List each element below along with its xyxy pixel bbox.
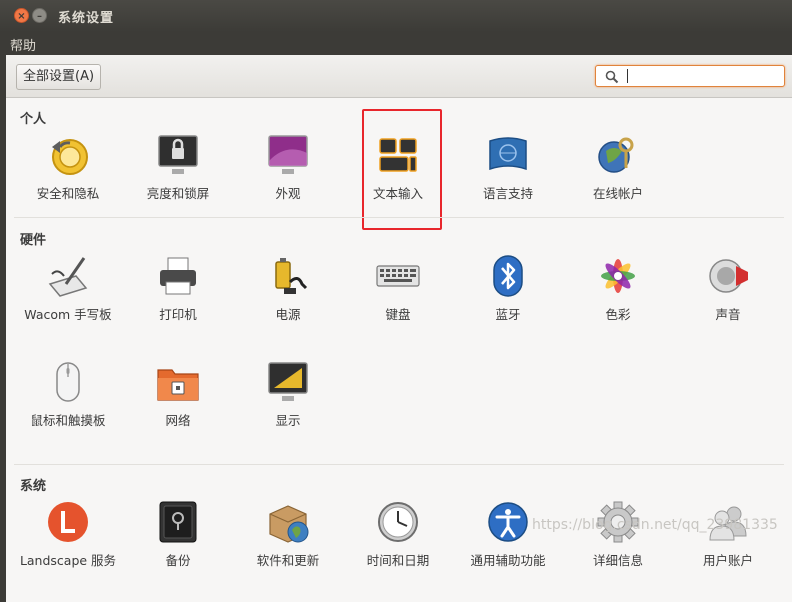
printer-icon xyxy=(156,254,200,298)
brightness-lock-icon xyxy=(156,133,200,177)
item-color[interactable]: 色彩 xyxy=(564,254,672,324)
backup-icon xyxy=(156,500,200,544)
section-title-hardware: 硬件 xyxy=(20,233,47,248)
text-cursor xyxy=(627,69,628,83)
item-power[interactable]: 电源 xyxy=(234,254,342,324)
item-software-updates[interactable]: 软件和更新 xyxy=(234,500,342,570)
menu-bar: 帮助 xyxy=(0,32,792,55)
wacom-tablet-icon xyxy=(46,254,90,298)
section-title-personal: 个人 xyxy=(20,112,47,127)
section-divider xyxy=(14,217,784,218)
item-brightness-lock[interactable]: 亮度和锁屏 xyxy=(124,133,232,203)
item-landscape[interactable]: Landscape 服务 xyxy=(14,500,122,570)
display-icon xyxy=(266,360,310,404)
item-keyboard[interactable]: 键盘 xyxy=(344,254,452,324)
search-icon xyxy=(605,70,619,84)
all-settings-button[interactable]: 全部设置(A) xyxy=(16,64,102,90)
item-network[interactable]: 网络 xyxy=(124,360,232,430)
mouse-touchpad-icon xyxy=(46,360,90,404)
power-icon xyxy=(266,254,310,298)
item-details[interactable]: 详细信息 xyxy=(564,500,672,570)
item-wacom-tablet[interactable]: Wacom 手写板 xyxy=(14,254,122,324)
color-icon xyxy=(596,254,640,298)
item-universal-access[interactable]: 通用辅助功能 xyxy=(454,500,562,570)
item-backup[interactable]: 备份 xyxy=(124,500,232,570)
minimize-button[interactable]: – xyxy=(32,8,47,23)
section-divider xyxy=(14,464,784,465)
item-time-date[interactable]: 时间和日期 xyxy=(344,500,452,570)
item-display[interactable]: 显示 xyxy=(234,360,342,430)
menu-help[interactable]: 帮助 xyxy=(10,35,36,54)
landscape-icon xyxy=(46,500,90,544)
software-updates-icon xyxy=(266,500,310,544)
keyboard-icon xyxy=(376,254,420,298)
title-bar: × – 系统设置 xyxy=(0,0,792,32)
item-online-accounts[interactable]: 在线帐户 xyxy=(564,133,672,203)
search-input[interactable] xyxy=(595,65,785,87)
toolbar: 全部设置(A) xyxy=(6,55,792,98)
section-title-system: 系统 xyxy=(20,479,47,494)
item-security-privacy[interactable]: 安全和隐私 xyxy=(14,133,122,203)
appearance-icon xyxy=(266,133,310,177)
item-user-accounts[interactable]: 用户账户 xyxy=(674,500,782,570)
item-bluetooth[interactable]: 蓝牙 xyxy=(454,254,562,324)
online-accounts-icon xyxy=(596,133,640,177)
universal-access-icon xyxy=(486,500,530,544)
sound-icon xyxy=(706,254,750,298)
item-appearance[interactable]: 外观 xyxy=(234,133,342,203)
watermark: https://blog.csdn.net/qq_23981335 xyxy=(532,517,778,533)
bluetooth-icon xyxy=(486,254,530,298)
item-mouse-touchpad[interactable]: 鼠标和触摸板 xyxy=(14,360,122,430)
window-title: 系统设置 xyxy=(58,11,115,26)
network-icon xyxy=(156,360,200,404)
selection-highlight xyxy=(362,109,442,230)
item-language-support[interactable]: 语言支持 xyxy=(454,133,562,203)
language-support-icon xyxy=(486,133,530,177)
time-date-icon xyxy=(376,500,420,544)
close-button[interactable]: × xyxy=(14,8,29,23)
item-sound[interactable]: 声音 xyxy=(674,254,782,324)
security-privacy-icon xyxy=(46,133,90,177)
item-printer[interactable]: 打印机 xyxy=(124,254,232,324)
